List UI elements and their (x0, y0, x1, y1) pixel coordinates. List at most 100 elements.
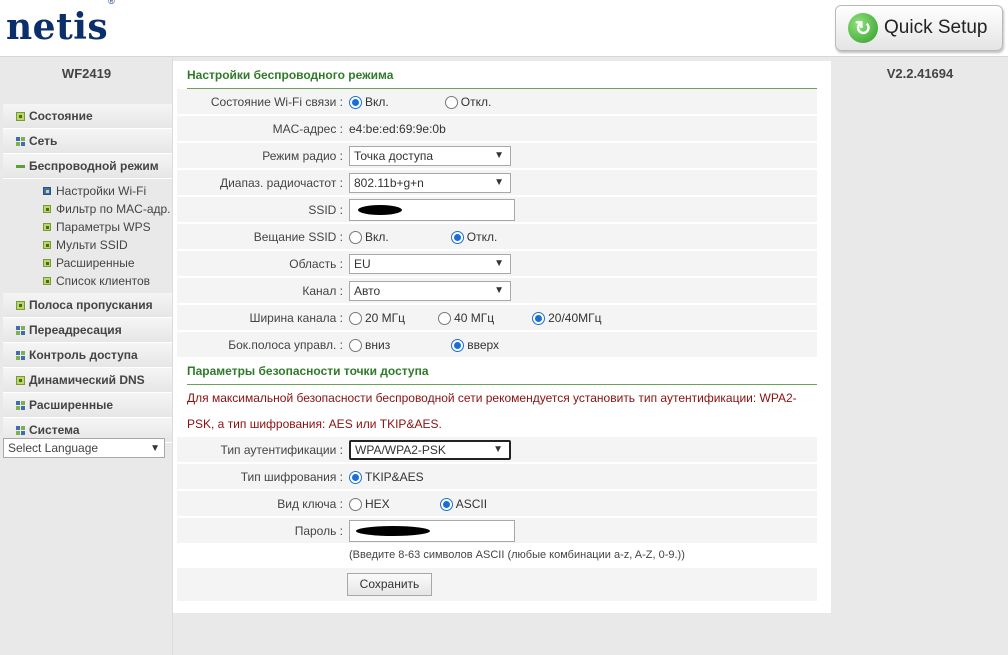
ssid-input[interactable] (349, 199, 515, 221)
security-warning: Для максимальной безопасности беспроводн… (187, 391, 797, 431)
sideband-row: Бок.полоса управл. : вниз вверх (177, 332, 817, 358)
advanced-icon (16, 400, 25, 410)
system-icon (16, 425, 25, 435)
wifi-off-radio[interactable]: Откл. (444, 95, 491, 109)
sidebar-item-status[interactable]: Состояние (3, 104, 172, 129)
channel-width-label: Ширина канала : (249, 311, 343, 325)
channel-label: Канал : (302, 284, 343, 298)
encryption-tkip-aes-radio[interactable]: TKIP&AES (349, 470, 424, 484)
broadcast-on-radio[interactable]: Вкл. (349, 230, 389, 244)
band-row: Диапаз. радиочастот : 802.11b+g+n ▼ (177, 170, 817, 196)
mac-label: MAC-адрес : (272, 122, 343, 136)
sidebar-item-network[interactable]: Сеть (3, 129, 172, 154)
sidebar: WF2419 Состояние Сеть Беспроводной режим… (0, 58, 173, 655)
region-select[interactable]: EU ▼ (349, 254, 511, 274)
quick-setup-label: Quick Setup (884, 17, 988, 38)
bullet-icon (43, 241, 51, 249)
chevron-down-icon: ▼ (493, 444, 503, 455)
ssid-broadcast-label: Вещание SSID : (253, 230, 343, 244)
region-row: Область : EU ▼ (177, 251, 817, 277)
password-row: Пароль : (177, 518, 817, 544)
chevron-down-icon: ▼ (150, 443, 160, 454)
status-icon (16, 111, 25, 121)
bullet-icon (43, 277, 51, 285)
main-panel: Настройки беспроводного режима Состояние… (173, 61, 831, 613)
sidebar-item-advanced[interactable]: Расширенные (3, 393, 172, 418)
wireless-settings-title: Настройки беспроводного режима (187, 62, 817, 89)
ssid-broadcast-row: Вещание SSID : Вкл. Откл. (177, 224, 817, 250)
chevron-down-icon: ▼ (494, 285, 504, 296)
refresh-icon: ↻ (848, 13, 878, 43)
band-label: Диапаз. радиочастот : (219, 176, 343, 190)
quick-setup-button[interactable]: ↻ Quick Setup (835, 5, 1003, 51)
ddns-icon (16, 375, 25, 385)
key-type-row: Вид ключа : HEX ASCII (177, 491, 817, 517)
chevron-down-icon: ▼ (494, 177, 504, 188)
ssid-label: SSID : (308, 203, 343, 217)
redaction-mark (356, 526, 430, 536)
save-bar: Сохранить (177, 568, 817, 601)
broadcast-off-radio[interactable]: Откл. (450, 230, 497, 244)
sidebar-subitem-wps[interactable]: Параметры WPS (3, 218, 172, 236)
key-hex-radio[interactable]: HEX (349, 497, 390, 511)
header: netis® ↻ Quick Setup (0, 0, 1008, 57)
sidebar-menu: Состояние Сеть Беспроводной режим Настро… (3, 104, 172, 443)
sidebar-item-wireless[interactable]: Беспроводной режим (3, 154, 172, 179)
password-hint: (Введите 8-63 символов ASCII (любые комб… (349, 549, 685, 561)
bandwidth-icon (16, 300, 25, 310)
sideband-down-radio[interactable]: вниз (349, 338, 390, 352)
security-settings-title: Параметры безопасности точки доступа (187, 358, 817, 385)
width-40-radio[interactable]: 40 МГц (438, 311, 494, 325)
network-icon (16, 136, 25, 146)
region-label: Область : (289, 257, 343, 271)
sidebar-subitem-mac-filter[interactable]: Фильтр по MAC-адр. (3, 200, 172, 218)
active-item-icon (43, 187, 51, 195)
wifi-on-radio[interactable]: Вкл. (349, 95, 389, 109)
access-control-icon (16, 350, 25, 360)
width-20-radio[interactable]: 20 МГц (349, 311, 405, 325)
radio-mode-select[interactable]: Точка доступа ▼ (349, 146, 511, 166)
bullet-icon (43, 259, 51, 267)
channel-row: Канал : Авто ▼ (177, 278, 817, 304)
forwarding-icon (16, 325, 25, 335)
radio-mode-label: Режим радио : (262, 149, 343, 163)
save-button[interactable]: Сохранить (347, 573, 432, 596)
password-input[interactable] (349, 520, 515, 542)
redaction-mark (358, 205, 402, 215)
chevron-down-icon: ▼ (494, 258, 504, 269)
bullet-icon (43, 223, 51, 231)
sidebar-subitem-advanced[interactable]: Расширенные (3, 254, 172, 272)
mac-row: MAC-адрес : e4:be:ed:69:9e:0b (177, 116, 817, 142)
auth-type-select[interactable]: WPA/WPA2-PSK ▼ (349, 440, 511, 460)
channel-width-row: Ширина канала : 20 МГц 40 МГц 20/40МГц (177, 305, 817, 331)
band-select[interactable]: 802.11b+g+n ▼ (349, 173, 511, 193)
netis-logo: netis® (6, 0, 116, 48)
auth-type-label: Тип аутентификации : (220, 443, 343, 457)
encryption-row: Тип шифрования : TKIP&AES (177, 464, 817, 490)
sidebar-subitem-wifi-settings[interactable]: Настройки Wi-Fi (3, 182, 172, 200)
sidebar-item-ddns[interactable]: Динамический DNS (3, 368, 172, 393)
key-ascii-radio[interactable]: ASCII (439, 497, 487, 511)
wireless-submenu: Настройки Wi-Fi Фильтр по MAC-адр. Парам… (3, 179, 172, 293)
wifi-status-label: Состояние Wi-Fi связи : (210, 95, 343, 109)
mac-value: e4:be:ed:69:9e:0b (349, 122, 446, 136)
sideband-up-radio[interactable]: вверх (451, 338, 499, 352)
model-name: WF2419 (61, 66, 112, 81)
auth-type-row: Тип аутентификации : WPA/WPA2-PSK ▼ (177, 437, 817, 463)
sidebar-subitem-multi-ssid[interactable]: Мульти SSID (3, 236, 172, 254)
language-select[interactable]: Select Language ▼ (3, 438, 165, 458)
channel-select[interactable]: Авто ▼ (349, 281, 511, 301)
sideband-label: Бок.полоса управл. : (228, 338, 343, 352)
key-type-label: Вид ключа : (277, 497, 343, 511)
encryption-label: Тип шифрования : (240, 470, 343, 484)
wifi-status-row: Состояние Wi-Fi связи : Вкл. Откл. (177, 89, 817, 115)
width-2040-radio[interactable]: 20/40МГц (532, 311, 602, 325)
radio-mode-row: Режим радио : Точка доступа ▼ (177, 143, 817, 169)
chevron-down-icon: ▼ (494, 150, 504, 161)
sidebar-item-forwarding[interactable]: Переадресация (3, 318, 172, 343)
collapse-icon (16, 162, 25, 171)
sidebar-item-bandwidth[interactable]: Полоса пропускания (3, 293, 172, 318)
ssid-row: SSID : (177, 197, 817, 223)
sidebar-item-access-control[interactable]: Контроль доступа (3, 343, 172, 368)
sidebar-subitem-client-list[interactable]: Список клиентов (3, 272, 172, 290)
